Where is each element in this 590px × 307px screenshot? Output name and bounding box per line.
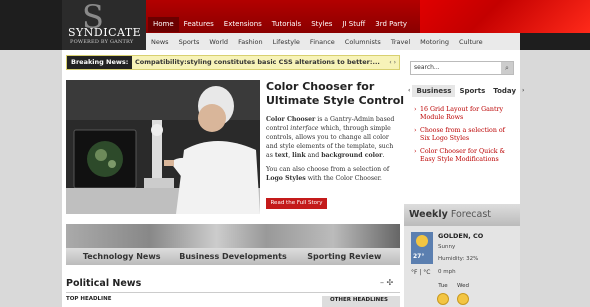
read-full-story-button[interactable]: Read the Full Story [266,198,327,209]
sunny-icon [457,293,469,305]
feature-paragraph-1: Color Chooser is a Gantry-Admin based co… [266,115,400,160]
political-news-title: Political News [66,278,142,289]
search-icon[interactable]: ⌕ [501,62,513,74]
text-run: You can also choose from a selection of [266,166,390,173]
page: S SYNDICATE POWERED BY GANTRY Home Featu… [0,0,590,307]
forecast-title-a: Weekly [409,209,448,220]
logo-tagline: POWERED BY GANTRY [70,39,134,45]
text-bold: text [274,152,289,159]
news-tabs: Technology News Business Developments Sp… [66,224,400,265]
sidebar-tabs: ‹ Business Sports Today › [406,85,525,97]
main-nav-item-features[interactable]: Features [179,17,219,32]
tab-today[interactable]: Today [489,85,520,97]
forecast-condition: Sunny [438,244,456,250]
text-run: and [305,152,322,159]
sub-nav-item-culture[interactable]: Culture [454,38,488,46]
text-italic: interface [290,125,319,132]
sidebar-link[interactable]: Choose from a selection of Six Logo Styl… [414,127,516,143]
sub-nav-item-fashion[interactable]: Fashion [233,38,268,46]
sidebar-link[interactable]: Color Chooser for Quick & Easy Style Mod… [414,148,516,164]
feature-image[interactable] [66,80,260,214]
main-nav-item-extensions[interactable]: Extensions [219,17,267,32]
tab-sports[interactable]: Sports [455,85,489,97]
forecast-day-label: Tue [438,283,448,289]
unit-toggle[interactable]: °F | °C [411,269,430,276]
search-input[interactable]: search... [414,64,440,71]
current-temp: 27° [413,253,425,260]
search-box: search... ⌕ [410,61,514,75]
tab-business[interactable]: Business [412,85,456,97]
text-bold: Color Chooser [266,116,316,123]
feature-paragraph-2: You can also choose from a selection of … [266,165,400,183]
top-headline-label: TOP HEADLINE [66,296,112,302]
tab-next-icon[interactable]: › [520,85,526,97]
forecast-wind: 0 mph [438,269,456,275]
text-bold: link [292,152,306,159]
sub-nav-item-travel[interactable]: Travel [386,38,415,46]
forecast-title-b: Forecast [447,209,492,220]
sub-nav-item-lifestyle[interactable]: Lifestyle [268,38,305,46]
tab-thumbnails [66,224,400,248]
sidebar-link[interactable]: 16 Grid Layout for Gantry Module Rows [414,106,516,122]
site-logo[interactable]: S SYNDICATE POWERED BY GANTRY [62,0,146,50]
main-nav-item-home[interactable]: Home [148,17,179,32]
feature-title[interactable]: Color Chooser for Ultimate Style Control [266,80,406,108]
module-controls-icon[interactable]: – ✣ [380,278,393,287]
text-run: . [382,152,385,159]
sidebar-links: 16 Grid Layout for Gantry Module Rows Ch… [414,106,516,169]
main-nav-item-styles[interactable]: Styles [306,17,337,32]
main-nav-item-ji-stuff[interactable]: JI Stuff [337,17,370,32]
breaking-news-headline[interactable]: Compatibility:styling constitutes basic … [135,56,380,69]
text-bold: Logo Styles [266,175,306,182]
other-headlines-label: OTHER HEADLINES [322,296,400,307]
scientist-microscope-image [66,80,260,214]
forecast-day-label: Wed [457,283,469,289]
sub-nav-item-columnists[interactable]: Columnists [340,38,386,46]
breaking-news-label: Breaking News: [67,56,133,69]
tab-sporting-review[interactable]: Sporting Review [289,248,400,265]
sunny-icon [437,293,449,305]
ticker-arrows-icon[interactable]: ‹ › [389,56,396,69]
sub-nav: News Sports World Fashion Lifestyle Fina… [146,33,520,50]
text-bold: background color [321,152,383,159]
text-run: with the Color Chooser. [305,175,382,182]
tab-business-developments[interactable]: Business Developments [177,248,288,265]
main-nav: Home Features Extensions Tutorials Style… [148,17,412,32]
sub-nav-item-news[interactable]: News [146,38,174,46]
logo-name: SYNDICATE [68,26,142,39]
tab-technology-news[interactable]: Technology News [66,248,177,265]
main-nav-item-3rd-party[interactable]: 3rd Party [370,17,412,32]
tab-labels: Technology News Business Developments Sp… [66,248,400,265]
sub-nav-item-world[interactable]: World [204,38,233,46]
sub-nav-item-motoring[interactable]: Motoring [415,38,454,46]
sub-nav-item-sports[interactable]: Sports [174,38,205,46]
feature-text: Color Chooser is a Gantry-Admin based co… [266,115,400,183]
forecast-city: GOLDEN, CO [438,232,484,240]
divider [66,292,400,293]
weekly-forecast-title: Weekly Forecast [404,204,520,226]
main-nav-item-tutorials[interactable]: Tutorials [267,17,306,32]
forecast-humidity: Humidity: 32% [438,256,479,262]
sub-nav-item-finance[interactable]: Finance [305,38,340,46]
breaking-news-ticker: Breaking News: Compatibility:styling con… [66,55,400,70]
